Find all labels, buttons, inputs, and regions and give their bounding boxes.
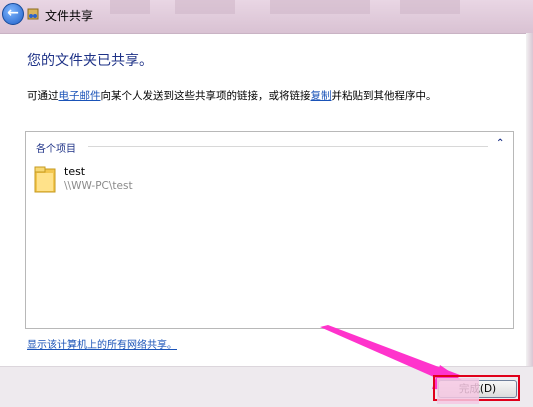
- title-bar-shadow: [110, 0, 150, 14]
- shared-item-path: \\WW-PC\test: [64, 180, 133, 192]
- title-bar: ← 文件共享: [0, 0, 533, 34]
- shared-items-panel: 各个项目 ⌃ test \\WW-PC\test: [25, 131, 514, 329]
- title-bar-shadow: [400, 0, 460, 14]
- title-bar-shadow: [175, 0, 235, 14]
- show-network-shares-link[interactable]: 显示该计算机上的所有网络共享。: [27, 336, 177, 351]
- window-title: 文件共享: [45, 9, 94, 23]
- page-title: 您的文件夹已共享。: [27, 53, 153, 69]
- share-description: 可通过电子邮件向某个人发送到这些共享项的链接，或将链接复制并粘贴到其他程序中。: [27, 88, 437, 103]
- panel-divider: [88, 146, 488, 147]
- email-link[interactable]: 电子邮件: [59, 90, 101, 102]
- chevron-up-icon[interactable]: ⌃: [496, 138, 504, 149]
- title-bar-shadow: [270, 0, 370, 14]
- file-sharing-window: ← 文件共享 您的文件夹已共享。 可通过电子邮件向某个人发送到这些共享项的链接，…: [0, 0, 533, 407]
- desc-suffix: 并粘贴到其他程序中。: [331, 90, 437, 102]
- annotation-highlight: [437, 378, 479, 404]
- copy-link[interactable]: 复制: [311, 90, 332, 102]
- desc-middle: 向某个人发送到这些共享项的链接，或将链接: [100, 90, 311, 102]
- desc-prefix: 可通过: [27, 90, 59, 102]
- window-edge: [526, 33, 533, 407]
- panel-header: 各个项目: [36, 144, 76, 155]
- share-folder-icon: [27, 8, 39, 20]
- back-arrow-icon[interactable]: ←: [2, 3, 24, 25]
- shared-item-name[interactable]: test: [64, 165, 85, 178]
- folder-icon: [34, 166, 56, 193]
